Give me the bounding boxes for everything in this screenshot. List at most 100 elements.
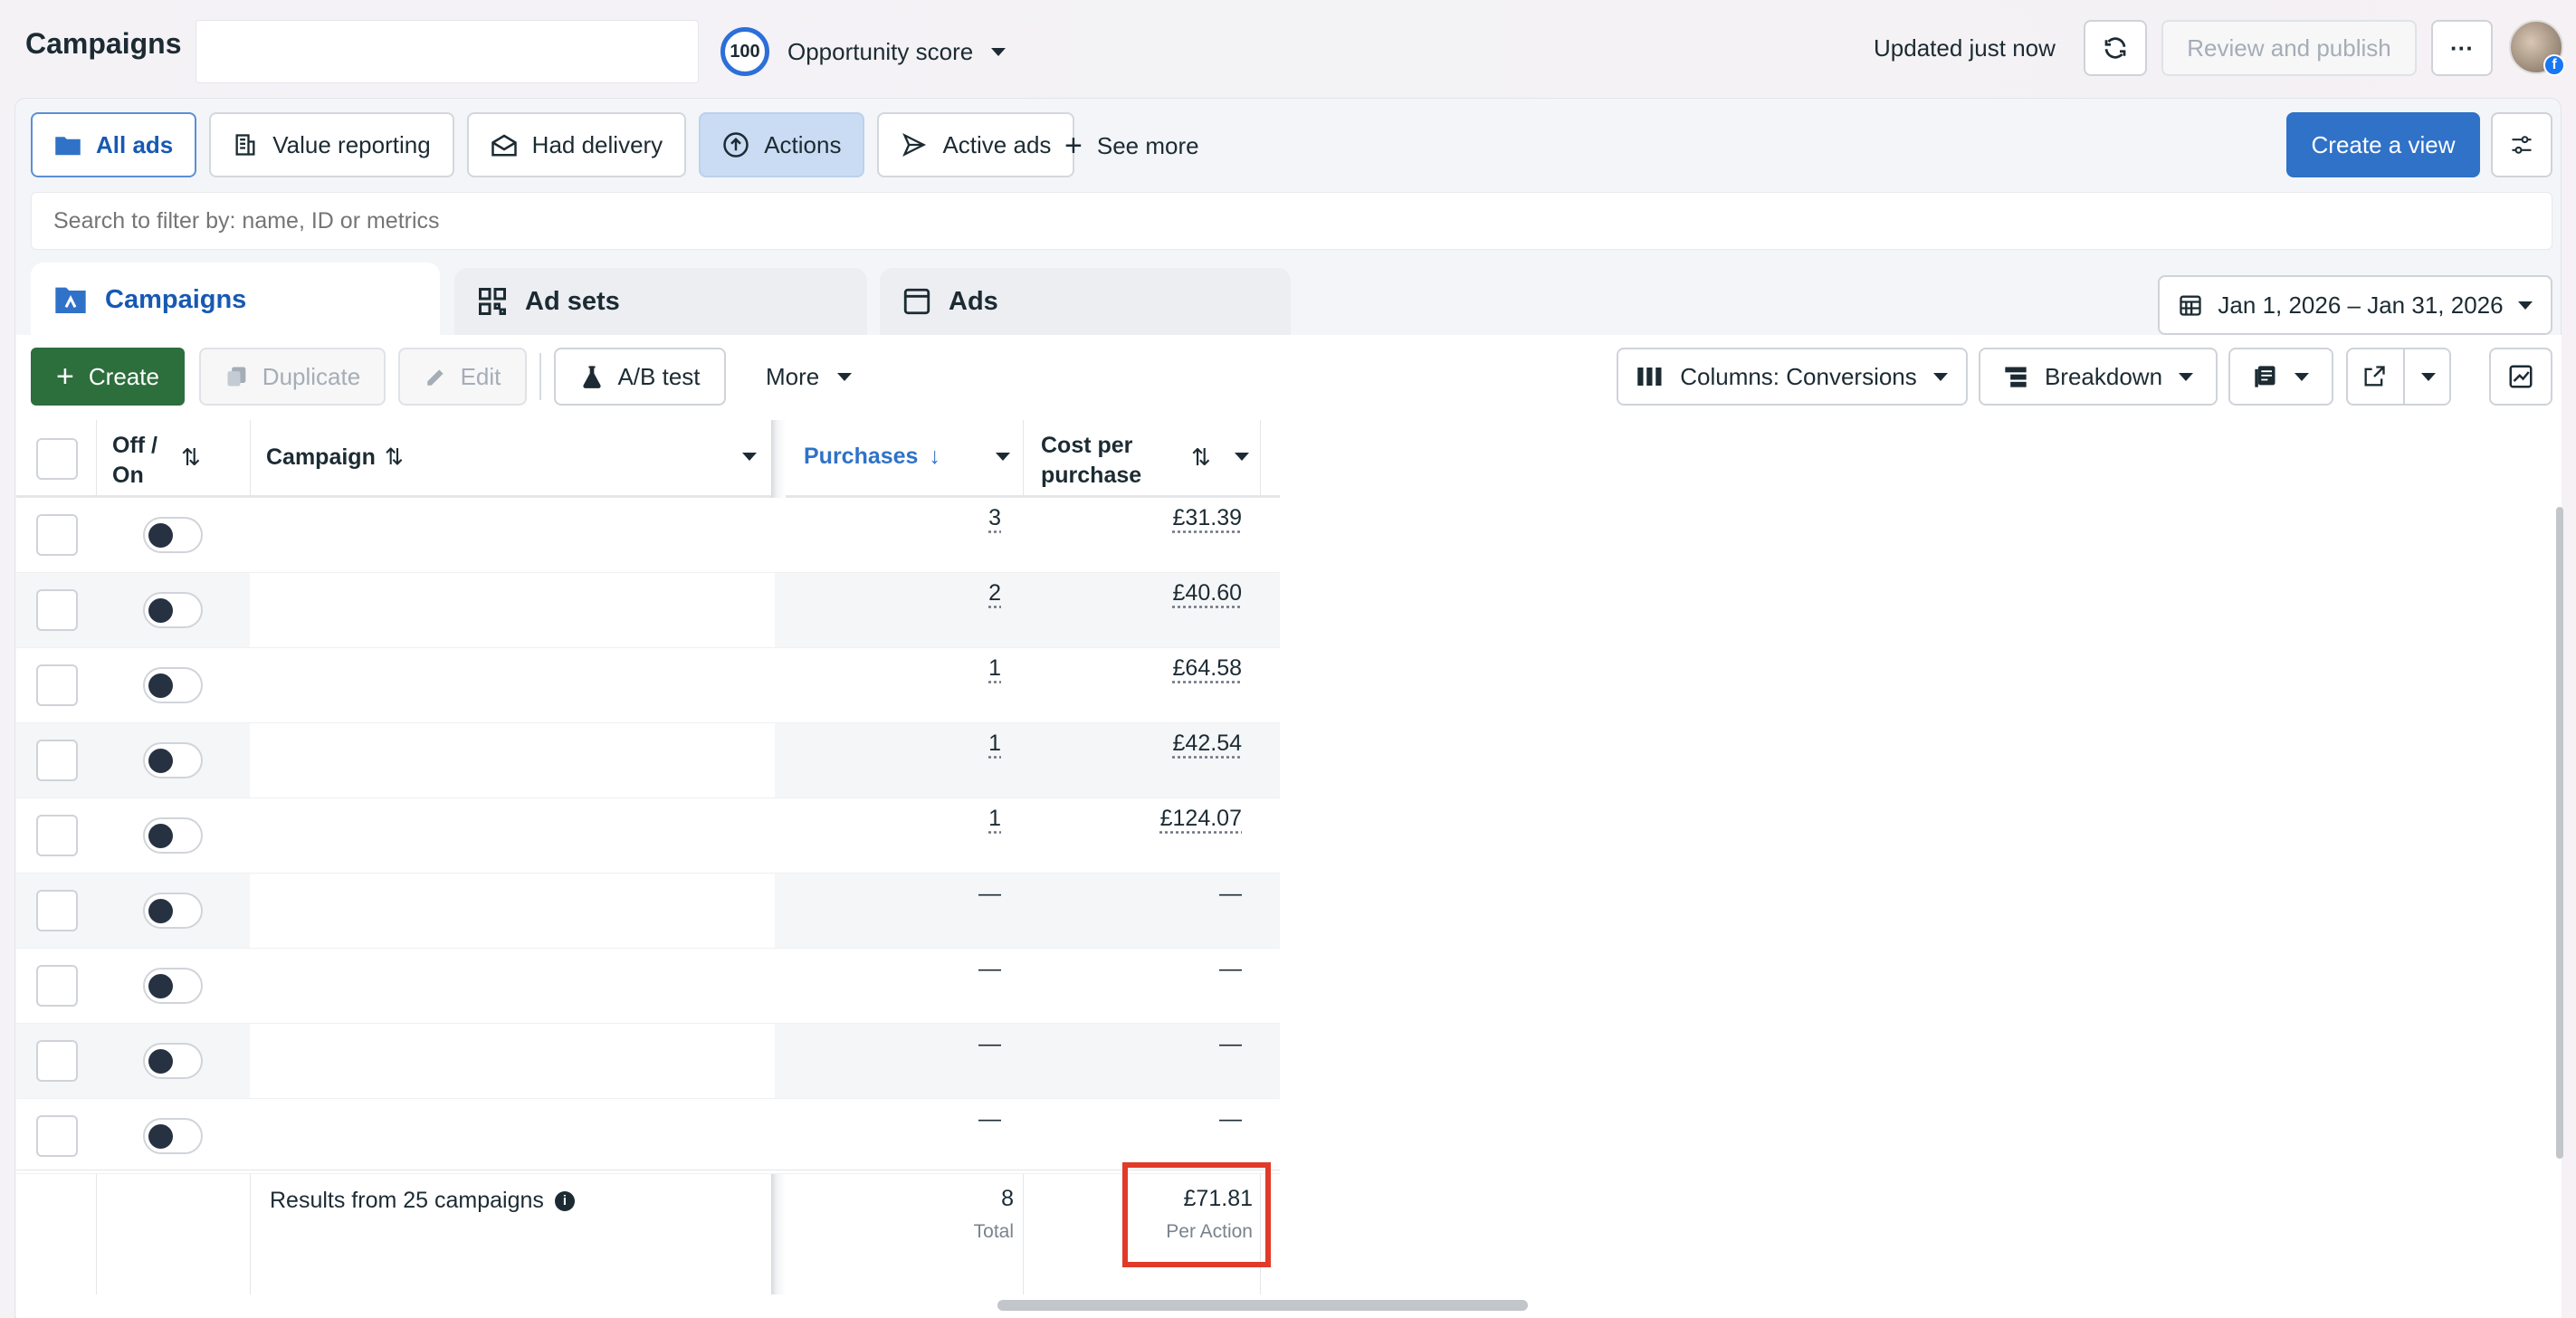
view-active-ads[interactable]: Active ads	[877, 112, 1075, 177]
table-row[interactable]: 1 £124.07	[16, 798, 1280, 874]
tab-label: Ads	[949, 286, 998, 316]
campaign-toggle[interactable]	[143, 1043, 203, 1079]
row-checkbox[interactable]	[36, 890, 78, 931]
table-row[interactable]: 1 £42.54	[16, 723, 1280, 798]
cost-per-purchase-cell[interactable]: £124.07	[1160, 806, 1242, 832]
purchases-cell[interactable]: 1	[988, 806, 1001, 832]
purchases-cell[interactable]: 3	[988, 505, 1001, 531]
results-summary: Results from 25 campaigns i	[270, 1188, 575, 1214]
view-label: Actions	[764, 130, 842, 158]
row-checkbox[interactable]	[36, 815, 78, 856]
select-all-checkbox[interactable]	[36, 438, 78, 480]
create-button[interactable]: + Create	[31, 348, 185, 406]
purchases-cell[interactable]: 1	[988, 655, 1001, 682]
breakdown-dropdown[interactable]: Breakdown	[1979, 348, 2218, 406]
view-actions[interactable]: Actions	[699, 112, 865, 177]
table-row[interactable]: — —	[16, 874, 1280, 949]
reports-dropdown[interactable]	[2228, 348, 2333, 406]
row-checkbox[interactable]	[36, 1115, 78, 1157]
purchases-cell: —	[978, 1031, 1001, 1056]
horizontal-scrollbar[interactable]	[997, 1300, 1528, 1311]
header-campaign[interactable]: Campaign ⇅	[266, 444, 404, 471]
more-options-button[interactable]: ···	[2431, 20, 2493, 76]
campaign-toggle[interactable]	[143, 817, 203, 854]
tab-ads[interactable]: Ads	[880, 268, 1291, 335]
search-input[interactable]	[31, 192, 2552, 250]
review-publish-button[interactable]: Review and publish	[2161, 20, 2417, 76]
cost-per-purchase-cell[interactable]: £40.60	[1173, 580, 1242, 606]
chevron-down-icon[interactable]	[1235, 453, 1249, 461]
ab-test-button[interactable]: A/B test	[554, 348, 726, 406]
view-all-ads[interactable]: All ads	[31, 112, 197, 177]
row-checkbox[interactable]	[36, 514, 78, 556]
header-offon[interactable]: Off / On	[112, 431, 176, 491]
see-more-button[interactable]: + See more	[1064, 130, 1199, 161]
opportunity-score[interactable]: 100 Opportunity score	[720, 27, 1007, 76]
cost-per-purchase-cell[interactable]: £31.39	[1173, 505, 1242, 531]
chevron-down-icon[interactable]	[996, 453, 1010, 461]
campaign-name-cell[interactable]	[250, 498, 775, 572]
row-checkbox[interactable]	[36, 740, 78, 781]
view-settings-button[interactable]	[2491, 112, 2552, 177]
export-split-button[interactable]	[2346, 348, 2451, 406]
vertical-scrollbar[interactable]	[2556, 507, 2563, 1159]
sort-icon[interactable]: ⇅	[181, 444, 201, 472]
campaign-toggle[interactable]	[143, 592, 203, 628]
edit-button[interactable]: Edit	[398, 348, 527, 406]
table-row[interactable]: — —	[16, 1099, 1280, 1174]
campaign-toggle[interactable]	[143, 667, 203, 703]
table-row[interactable]: 2 £40.60	[16, 573, 1280, 648]
row-checkbox[interactable]	[36, 664, 78, 706]
cost-per-purchase-cell[interactable]: £42.54	[1173, 731, 1242, 757]
view-value-reporting[interactable]: Value reporting	[209, 112, 454, 177]
tab-campaigns[interactable]: Campaigns	[31, 263, 440, 337]
chevron-down-icon	[2517, 301, 2533, 310]
row-checkbox[interactable]	[36, 965, 78, 1007]
campaign-name-cell[interactable]	[250, 648, 775, 722]
view-tabs: All ads Value reporting Had delivery Act…	[31, 112, 1075, 177]
campaign-name-cell[interactable]	[250, 723, 775, 797]
facebook-icon: f	[2543, 54, 2565, 76]
table-row[interactable]: — —	[16, 949, 1280, 1024]
avatar[interactable]: f	[2509, 20, 2565, 76]
table-row[interactable]: — —	[16, 1024, 1280, 1099]
tab-ad-sets[interactable]: Ad sets	[454, 268, 867, 335]
campaign-name-cell[interactable]	[250, 798, 775, 873]
refresh-button[interactable]	[2084, 20, 2147, 76]
view-had-delivery[interactable]: Had delivery	[466, 112, 687, 177]
campaign-name-cell[interactable]	[250, 573, 775, 647]
header-cost[interactable]: Cost per purchase	[1041, 431, 1168, 491]
campaign-name-cell[interactable]	[250, 874, 775, 948]
campaign-toggle[interactable]	[143, 968, 203, 1004]
cost-per-purchase-cell[interactable]: £64.58	[1173, 655, 1242, 682]
table-row[interactable]: 1 £64.58	[16, 648, 1280, 723]
campaign-toggle[interactable]	[143, 1118, 203, 1154]
campaign-toggle[interactable]	[143, 517, 203, 553]
row-checkbox[interactable]	[36, 1040, 78, 1082]
chevron-down-icon[interactable]	[742, 453, 757, 461]
campaign-name-cell[interactable]	[250, 949, 775, 1023]
duplicate-button[interactable]: Duplicate	[199, 348, 386, 406]
create-view-button[interactable]: Create a view	[2286, 112, 2480, 177]
header-purchases[interactable]: Purchases ↓	[804, 444, 940, 470]
campaign-name-cell[interactable]	[250, 1024, 775, 1098]
building-icon	[235, 134, 255, 156]
date-range-picker[interactable]: Jan 1, 2026 – Jan 31, 2026	[2158, 275, 2552, 335]
edit-label: Edit	[460, 362, 501, 390]
columns-dropdown[interactable]: Columns: Conversions	[1617, 348, 1968, 406]
purchases-cell[interactable]: 1	[988, 731, 1001, 757]
row-checkbox[interactable]	[36, 589, 78, 631]
campaign-toggle[interactable]	[143, 893, 203, 929]
view-label: Active ads	[942, 130, 1052, 158]
charts-button[interactable]	[2489, 348, 2552, 406]
purchases-cell[interactable]: 2	[988, 580, 1001, 606]
campaign-name-field[interactable]	[196, 20, 699, 83]
campaign-toggle[interactable]	[143, 742, 203, 778]
more-dropdown[interactable]: More	[766, 348, 853, 406]
chevron-down-icon	[2179, 372, 2194, 381]
table-row[interactable]: 3 £31.39	[16, 498, 1280, 573]
sort-icon[interactable]: ⇅	[1191, 444, 1211, 472]
info-icon[interactable]: i	[554, 1190, 575, 1211]
purchases-cell: —	[978, 956, 1001, 981]
campaign-name-cell[interactable]	[250, 1099, 775, 1173]
